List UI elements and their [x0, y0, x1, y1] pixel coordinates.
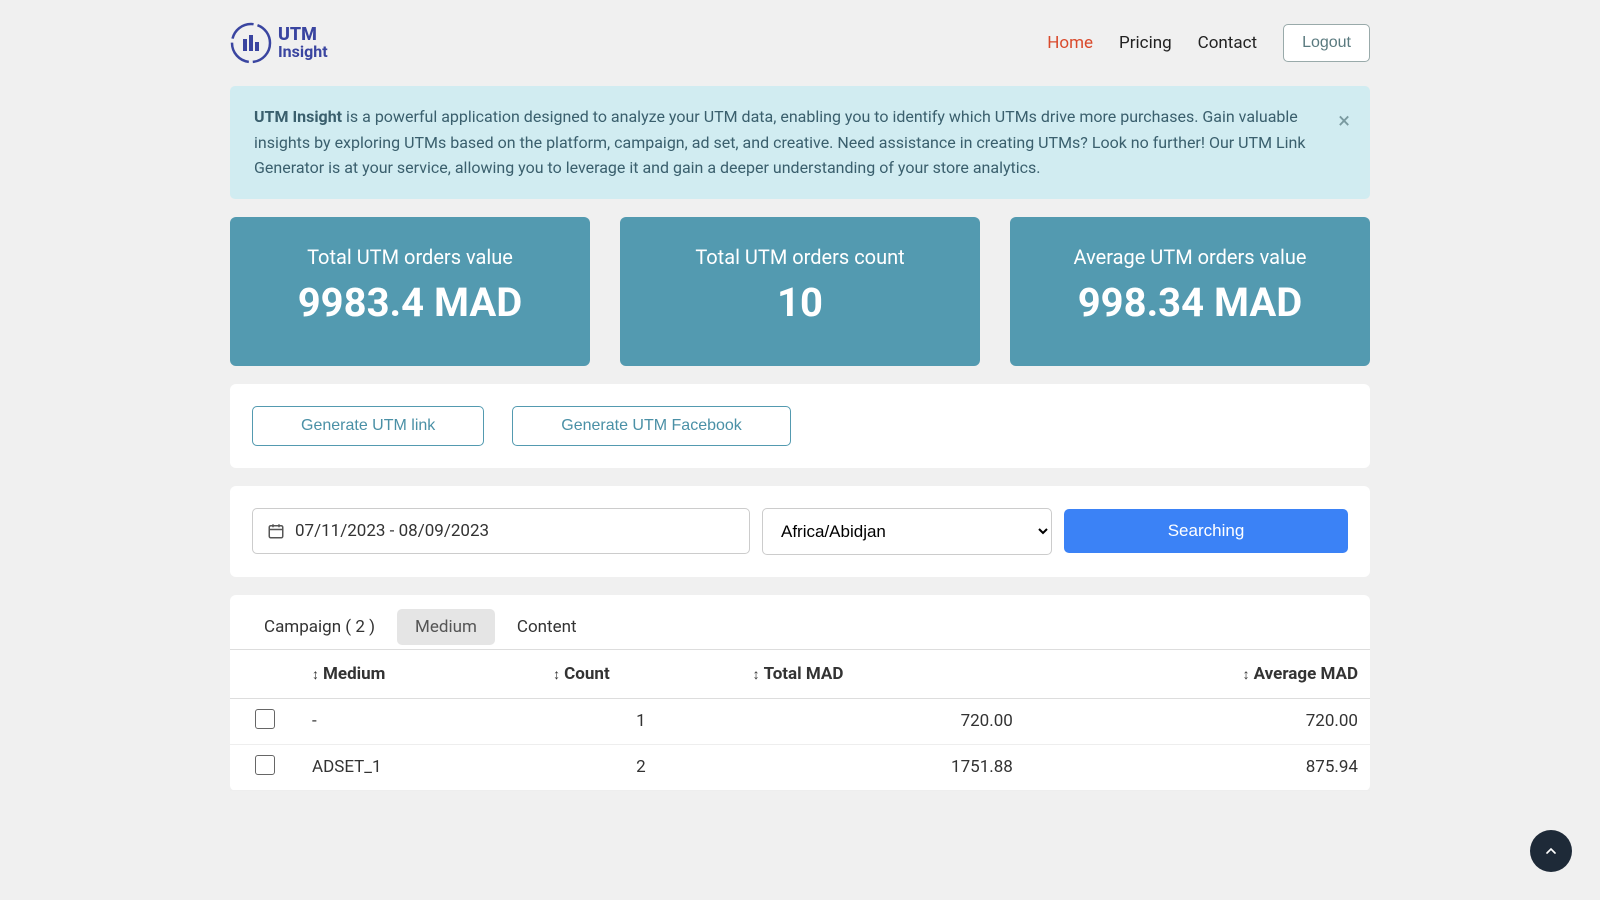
col-count[interactable]: ↕Count	[541, 649, 740, 698]
sort-icon: ↕	[312, 666, 319, 683]
stat-value: 10	[640, 279, 960, 326]
timezone-select[interactable]: Africa/Abidjan	[762, 508, 1052, 555]
close-icon[interactable]: ×	[1338, 104, 1350, 139]
banner-text: is a powerful application designed to an…	[254, 107, 1305, 177]
tab-medium[interactable]: Medium	[397, 609, 495, 645]
table-row: ADSET_1 2 1751.88 875.94	[230, 744, 1370, 790]
sort-icon: ↕	[753, 666, 760, 683]
generate-utm-link-button[interactable]: Generate UTM link	[252, 406, 484, 446]
banner-bold: UTM Insight	[254, 107, 342, 126]
col-total[interactable]: ↕Total MAD	[741, 649, 1025, 698]
brand-text-2: Insight	[278, 44, 328, 60]
nav-home[interactable]: Home	[1047, 33, 1093, 53]
date-range-value: 07/11/2023 - 08/09/2023	[295, 521, 489, 541]
table-row: - 1 720.00 720.00	[230, 698, 1370, 744]
sort-icon: ↕	[1243, 666, 1250, 683]
tab-campaign[interactable]: Campaign ( 2 )	[246, 609, 393, 645]
brand-logo: UTM Insight	[230, 22, 328, 64]
logout-button[interactable]: Logout	[1283, 24, 1370, 62]
stat-value: 9983.4 MAD	[250, 279, 570, 326]
nav-pricing[interactable]: Pricing	[1119, 33, 1172, 53]
col-avg[interactable]: ↕Average MAD	[1025, 649, 1370, 698]
calendar-icon	[267, 522, 285, 540]
stat-title: Total UTM orders count	[640, 245, 960, 269]
row-checkbox[interactable]	[255, 755, 275, 775]
sort-icon: ↕	[553, 666, 560, 683]
col-medium[interactable]: ↕Medium	[300, 649, 541, 698]
stat-title: Total UTM orders value	[250, 245, 570, 269]
logo-icon	[230, 22, 272, 64]
date-range-input[interactable]: 07/11/2023 - 08/09/2023	[252, 508, 750, 554]
search-button[interactable]: Searching	[1064, 509, 1348, 553]
stat-count: Total UTM orders count 10	[620, 217, 980, 366]
info-banner: UTM Insight is a powerful application de…	[230, 86, 1370, 199]
chevron-up-icon	[1543, 843, 1559, 859]
scroll-top-button[interactable]	[1530, 830, 1572, 872]
stat-value: 998.34 MAD	[1030, 279, 1350, 326]
results-table: ↕Medium ↕Count ↕Total MAD ↕Average MAD -…	[230, 649, 1370, 791]
row-checkbox[interactable]	[255, 709, 275, 729]
stat-average: Average UTM orders value 998.34 MAD	[1010, 217, 1370, 366]
generate-utm-facebook-button[interactable]: Generate UTM Facebook	[512, 406, 791, 446]
stat-total-value: Total UTM orders value 9983.4 MAD	[230, 217, 590, 366]
tab-content[interactable]: Content	[499, 609, 595, 645]
nav-contact[interactable]: Contact	[1198, 33, 1257, 53]
stat-title: Average UTM orders value	[1030, 245, 1350, 269]
